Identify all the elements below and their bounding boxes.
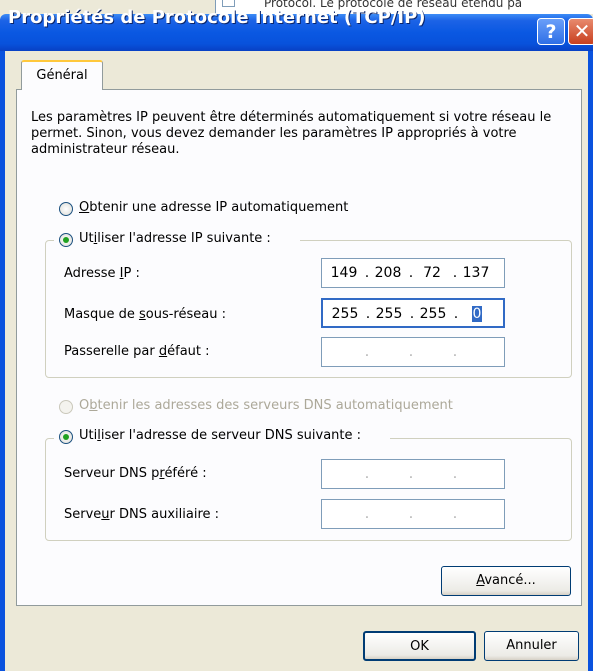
cancel-button[interactable]: Annuler <box>484 631 579 661</box>
radio-dns-manual[interactable] <box>59 430 73 444</box>
description-text: Les paramètres IP peuvent être déterminé… <box>31 110 552 157</box>
label-subnet-mask: Masque de sous-réseau : <box>64 307 226 322</box>
preferred-dns-input[interactable]: . . . <box>321 459 505 489</box>
label-alternate-dns: Serveur DNS auxiliaire : <box>64 507 220 522</box>
advanced-button[interactable]: Avancé... <box>441 566 571 596</box>
alternate-dns-input[interactable]: . . . <box>321 499 505 529</box>
label-default-gateway: Passerelle par défaut : <box>64 344 210 359</box>
subnet-mask-selected-octet: 0 <box>471 306 483 322</box>
tab-general[interactable]: Général <box>21 60 103 90</box>
window-frame-right <box>588 51 593 671</box>
background-checkbox <box>222 0 235 7</box>
ok-button[interactable]: OK <box>363 631 476 661</box>
label-dns-auto[interactable]: Obtenir les adresses des serveurs DNS au… <box>79 398 453 413</box>
subnet-mask-input[interactable]: 255 . 255 . 255 . 0 <box>321 298 505 328</box>
help-button[interactable]: ? <box>537 18 565 45</box>
ip-address-input[interactable]: 149 . 208 . 72 . 137 <box>321 258 505 288</box>
label-preferred-dns: Serveur DNS préféré : <box>64 466 207 481</box>
label-dns-manual[interactable]: Utiliser l'adresse de serveur DNS suivan… <box>79 428 361 443</box>
radio-ip-manual[interactable] <box>59 233 73 247</box>
radio-dns-auto[interactable] <box>59 400 73 414</box>
radio-ip-auto[interactable] <box>59 202 73 216</box>
close-icon: ✕ <box>573 19 591 43</box>
label-ip-manual[interactable]: Utiliser l'adresse IP suivante : <box>79 231 271 246</box>
label-ip-auto[interactable]: Obtenir une adresse IP automatiquement <box>79 200 348 215</box>
default-gateway-input[interactable]: . . . <box>321 337 505 367</box>
close-button[interactable]: ✕ <box>568 18 593 45</box>
label-ip-address: Adresse IP : <box>64 266 140 281</box>
help-icon: ? <box>545 21 557 43</box>
dialog-title: Propriétés de Protocole Internet (TCP/IP… <box>8 7 426 28</box>
